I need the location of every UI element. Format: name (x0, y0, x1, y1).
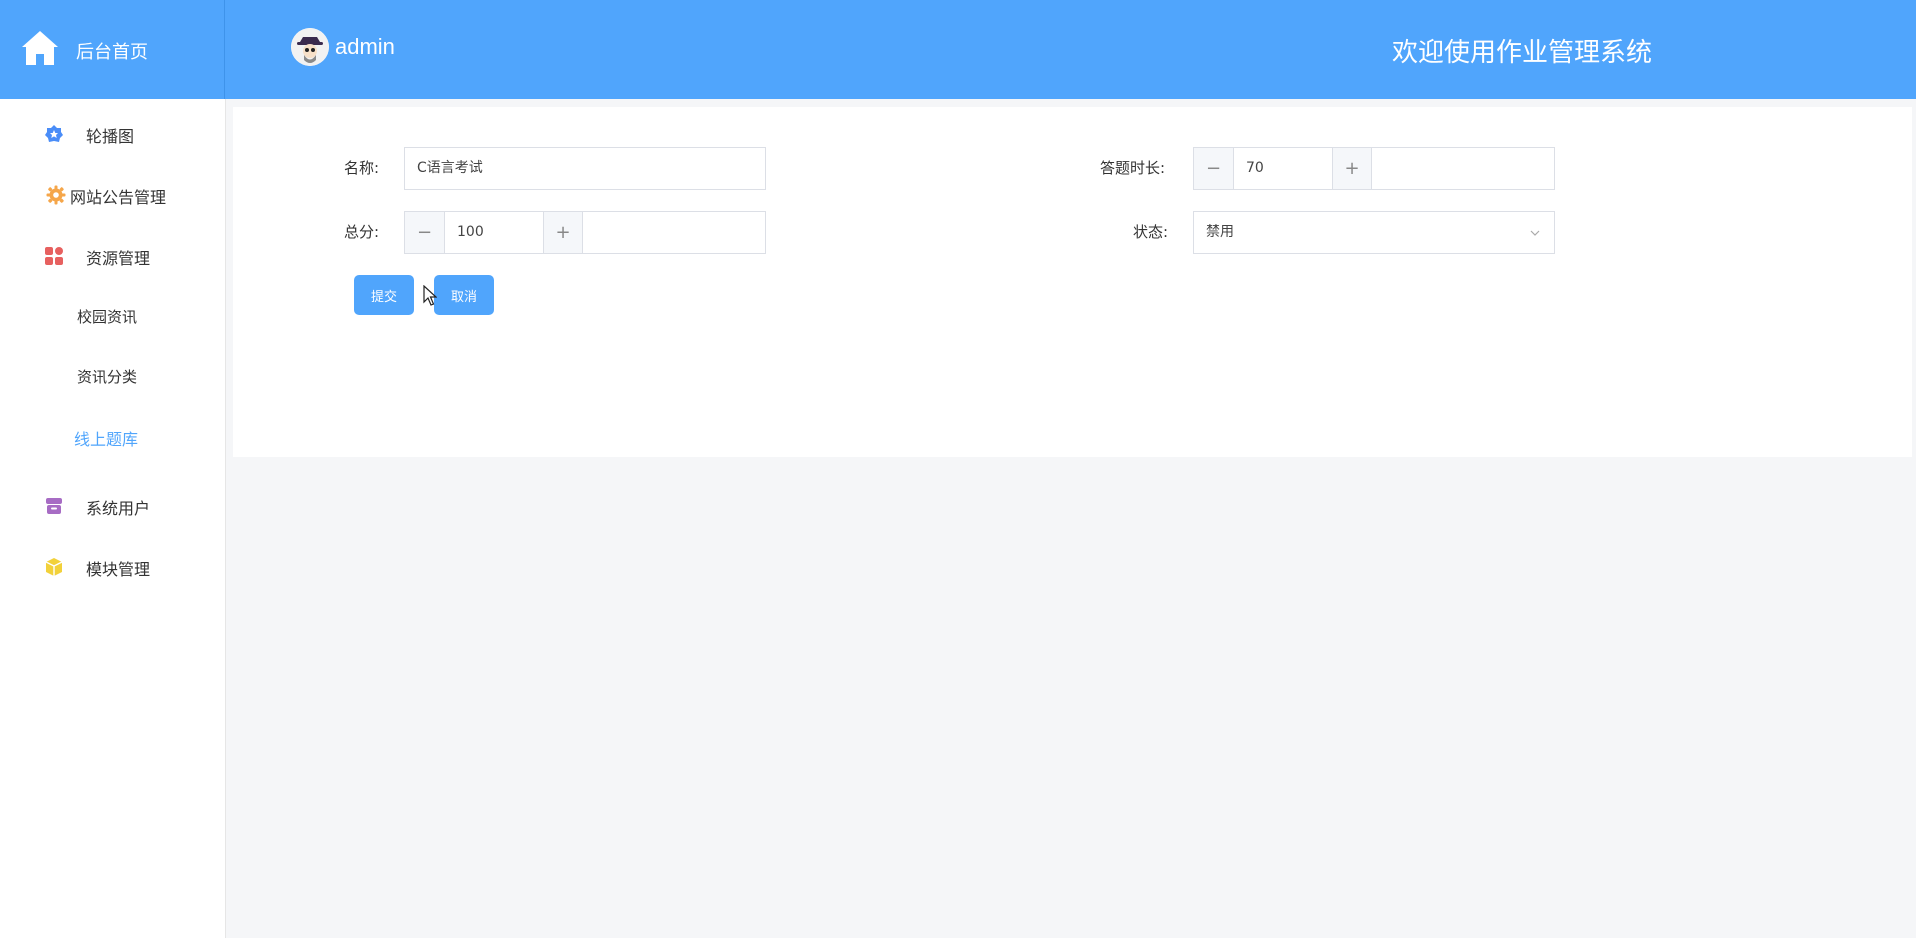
sidebar-item-label: 系统用户 (86, 499, 151, 518)
home-link[interactable]: 后台首页 (0, 0, 225, 99)
sidebar-item-label: 模块管理 (86, 560, 151, 579)
site-title: 欢迎使用作业管理系统 (1392, 38, 1653, 68)
score-stepper[interactable]: − 100 + (404, 211, 766, 254)
gear-icon (46, 185, 66, 205)
home-label: 后台首页 (76, 42, 148, 63)
avatar (291, 28, 329, 66)
grid-icon (45, 247, 63, 265)
score-label: 总分: (344, 223, 380, 241)
sidebar: 轮播图 网站公告管理 资源管理 校园资讯 资讯分类 线上题库 系统用户 模块管理 (0, 99, 226, 938)
sidebar-subitem-news-category[interactable]: 资讯分类 (0, 352, 225, 402)
duration-value[interactable]: 70 (1234, 148, 1332, 189)
sidebar-subitem-label: 线上题库 (74, 430, 139, 449)
sidebar-subitem-campus-news[interactable]: 校园资讯 (0, 292, 225, 342)
archive-icon (46, 498, 62, 514)
form-card: 名称: C语言考试 答题时长: − 70 + 总分: − 100 + 状态: 禁… (233, 107, 1912, 457)
sidebar-item-system-users[interactable]: 系统用户 (0, 480, 225, 530)
home-icon (22, 31, 58, 65)
mouse-cursor-icon (423, 285, 437, 306)
status-selected-value: 禁用 (1206, 224, 1234, 240)
top-header: 后台首页 admin 欢迎使用作业管理系统 (0, 0, 1916, 99)
sidebar-item-resources[interactable]: 资源管理 (0, 230, 225, 280)
cancel-button[interactable]: 取消 (434, 275, 494, 315)
cube-icon (45, 558, 63, 576)
duration-stepper[interactable]: − 70 + (1193, 147, 1555, 190)
sidebar-item-modules[interactable]: 模块管理 (0, 541, 225, 591)
score-value[interactable]: 100 (445, 212, 543, 253)
sidebar-item-announcements[interactable]: 网站公告管理 (0, 169, 225, 219)
score-increment-button[interactable]: + (543, 212, 583, 253)
sidebar-item-label: 资源管理 (86, 249, 151, 268)
status-select[interactable]: 禁用 (1193, 211, 1555, 254)
sidebar-item-label: 网站公告管理 (70, 188, 167, 207)
name-label: 名称: (344, 159, 380, 177)
star-badge-icon (45, 125, 63, 142)
sidebar-subitem-label: 校园资讯 (77, 308, 138, 326)
user-name: admin (335, 34, 395, 59)
submit-button[interactable]: 提交 (354, 275, 414, 315)
score-decrement-button[interactable]: − (405, 212, 445, 253)
duration-label: 答题时长: (1100, 159, 1166, 177)
sidebar-item-label: 轮播图 (86, 127, 135, 146)
duration-increment-button[interactable]: + (1332, 148, 1372, 189)
sidebar-subitem-question-bank[interactable]: 线上题库 (0, 412, 225, 462)
sidebar-item-carousel[interactable]: 轮播图 (0, 108, 225, 158)
name-input[interactable]: C语言考试 (404, 147, 766, 190)
sidebar-subitem-label: 资讯分类 (77, 368, 138, 386)
chevron-down-icon (1530, 230, 1540, 236)
status-label: 状态: (1133, 223, 1169, 241)
user-info[interactable]: admin (291, 28, 395, 66)
duration-decrement-button[interactable]: − (1194, 148, 1234, 189)
